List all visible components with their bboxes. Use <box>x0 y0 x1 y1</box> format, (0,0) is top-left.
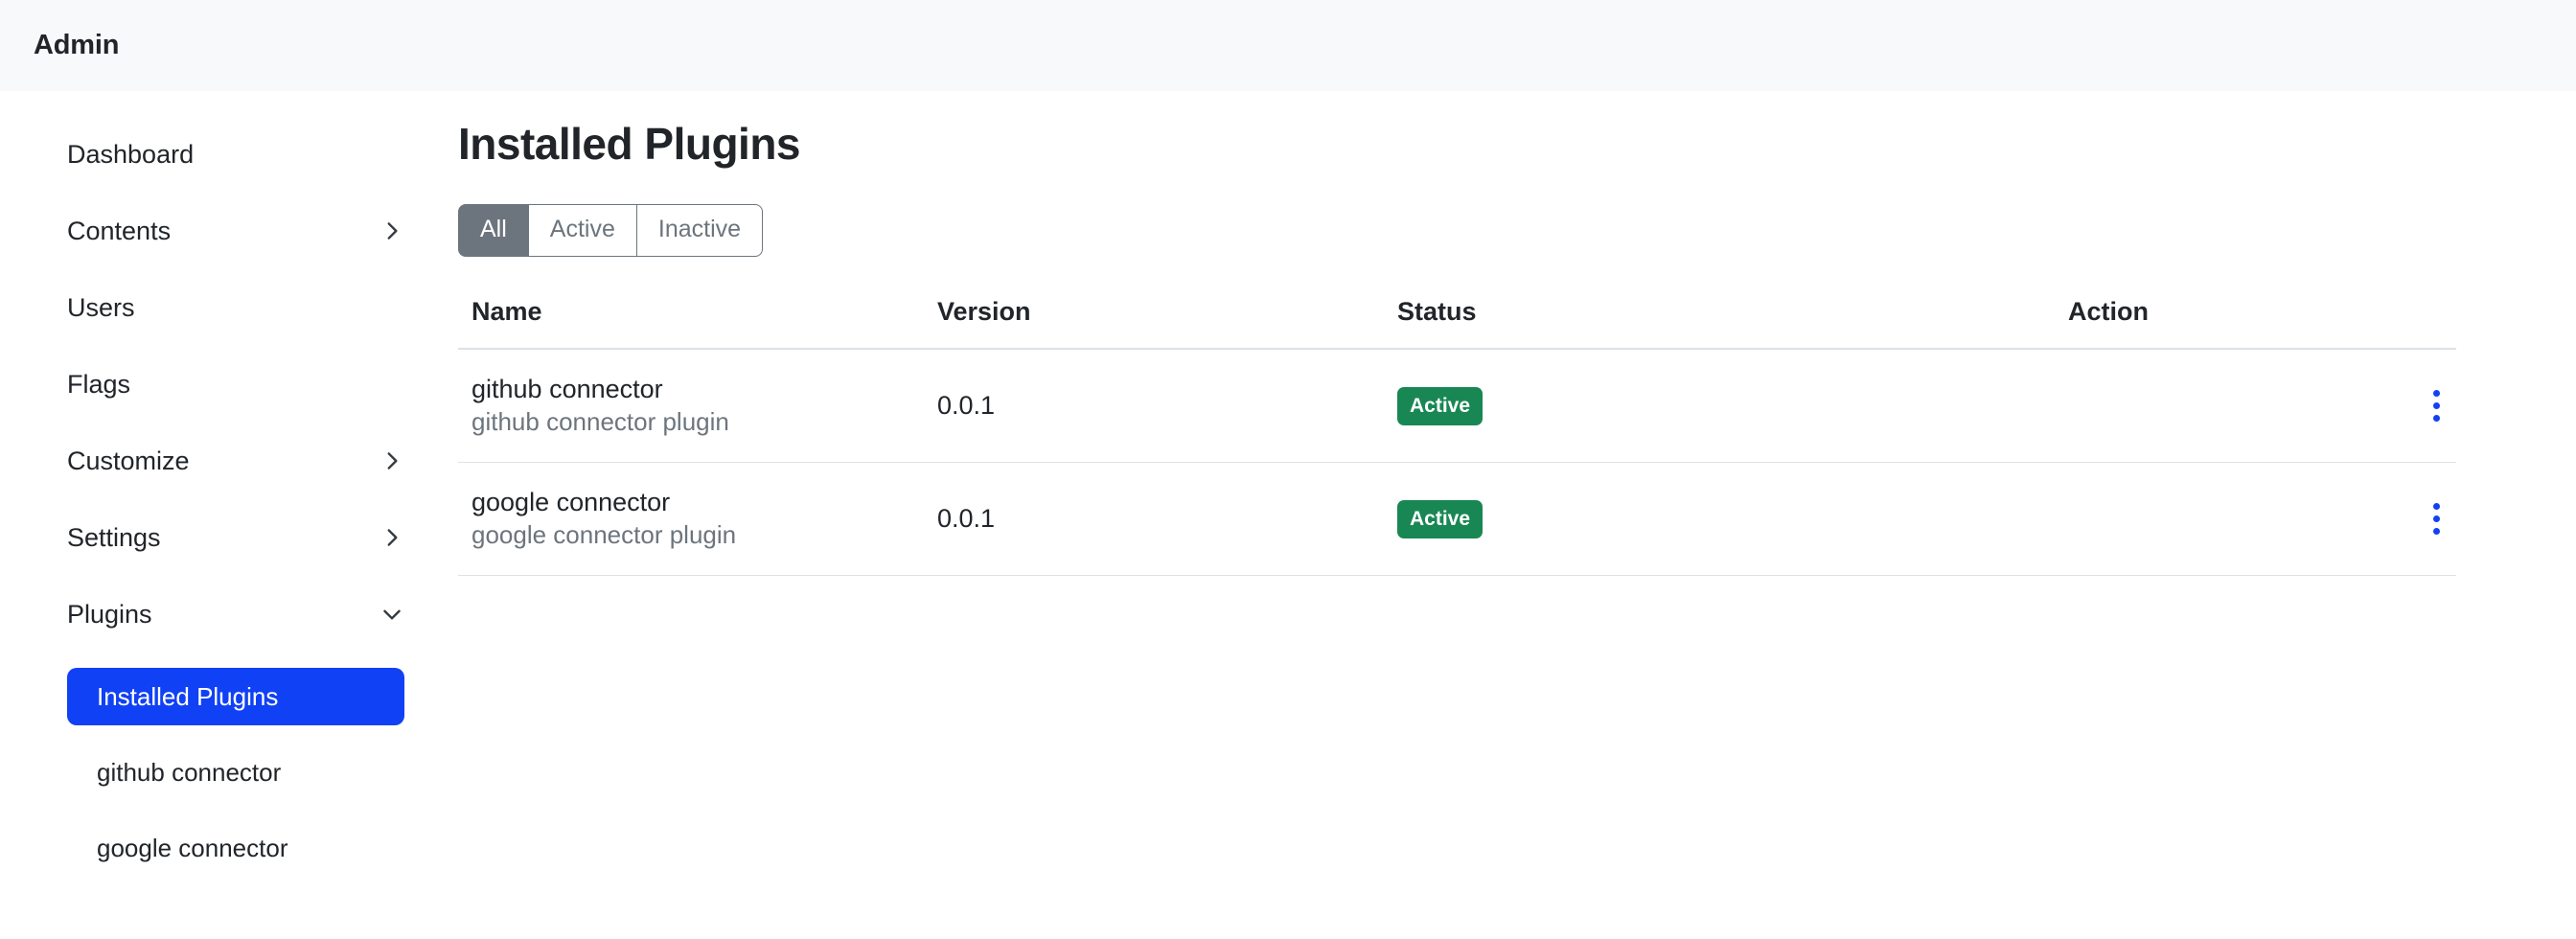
kebab-menu-icon[interactable] <box>2422 390 2450 423</box>
app-header: Admin <box>0 0 2576 91</box>
chevron-down-icon <box>380 602 404 627</box>
cell-version: 0.0.1 <box>937 462 1397 577</box>
plugin-version: 0.0.1 <box>937 391 996 421</box>
cell-name: google connector google connector plugin <box>458 462 937 577</box>
table-header: Name Version Status Action <box>458 297 2456 350</box>
cell-name: github connector github connector plugin <box>458 349 937 464</box>
kebab-dot <box>2432 515 2440 523</box>
table-row: google connector google connector plugin… <box>458 462 2456 577</box>
sidebar-item-label: Users <box>67 292 135 322</box>
sidebar-item-label: Flags <box>67 369 131 399</box>
sidebar-item-label: Dashboard <box>67 139 195 169</box>
kebab-menu-icon[interactable] <box>2422 503 2450 536</box>
plugin-version: 0.0.1 <box>937 504 996 534</box>
sidebar: Dashboard Contents Users Flags Customize… <box>0 91 458 898</box>
plugin-description: github connector plugin <box>472 407 729 437</box>
kebab-dot <box>2432 402 2440 410</box>
sidebar-subitem-installed-plugins[interactable]: Installed Plugins <box>67 668 404 725</box>
column-header-name: Name <box>458 297 937 350</box>
filter-all-button[interactable]: All <box>458 204 528 257</box>
chevron-right-icon <box>380 525 404 550</box>
sidebar-item-users[interactable]: Users <box>0 285 458 331</box>
status-badge: Active <box>1397 386 1484 425</box>
kebab-dot <box>2432 390 2440 398</box>
plugin-name: google connector <box>472 488 671 517</box>
sidebar-item-label: Customize <box>67 446 190 475</box>
column-header-status: Status <box>1397 297 2068 350</box>
cell-version: 0.0.1 <box>937 349 1397 464</box>
chevron-right-icon <box>380 218 404 243</box>
sidebar-item-customize[interactable]: Customize <box>0 438 458 484</box>
cell-status: Active <box>1397 462 2068 577</box>
sidebar-item-label: Contents <box>67 216 172 245</box>
main-content: Installed Plugins All Active Inactive Na… <box>458 91 2576 577</box>
cell-status: Active <box>1397 349 2068 464</box>
sidebar-item-flags[interactable]: Flags <box>0 361 458 407</box>
sidebar-item-label: Plugins <box>67 599 152 629</box>
table-row: github connector github connector plugin… <box>458 349 2456 464</box>
table-body: github connector github connector plugin… <box>458 349 2456 577</box>
sidebar-subitem-github-connector[interactable]: github connector <box>67 746 404 798</box>
sidebar-item-dashboard[interactable]: Dashboard <box>0 131 458 177</box>
column-header-action: Action <box>2068 297 2456 350</box>
status-badge: Active <box>1397 499 1484 538</box>
sidebar-item-plugins[interactable]: Plugins <box>0 591 458 637</box>
chevron-right-icon <box>380 448 404 473</box>
filter-inactive-button[interactable]: Inactive <box>635 204 764 257</box>
sidebar-subitem-google-connector[interactable]: google connector <box>67 822 404 874</box>
page-body: Dashboard Contents Users Flags Customize… <box>0 91 2576 939</box>
filter-active-button[interactable]: Active <box>527 204 636 257</box>
column-header-version: Version <box>937 297 1397 350</box>
app-title: Admin <box>34 30 120 60</box>
sidebar-submenu-plugins: Installed Plugins github connector googl… <box>0 668 458 874</box>
kebab-dot <box>2432 528 2440 536</box>
sidebar-item-contents[interactable]: Contents <box>0 208 458 254</box>
table-header-row: Name Version Status Action <box>458 297 2456 350</box>
sidebar-item-settings[interactable]: Settings <box>0 515 458 561</box>
page-title: Installed Plugins <box>458 119 801 169</box>
kebab-dot <box>2432 415 2440 423</box>
installed-plugins-table: Name Version Status Action github connec… <box>458 297 2456 577</box>
cell-action <box>2068 349 2456 464</box>
sidebar-item-label: Settings <box>67 522 161 552</box>
plugin-name: github connector <box>472 375 663 403</box>
plugin-filter-group: All Active Inactive <box>458 204 764 257</box>
cell-action <box>2068 462 2456 577</box>
kebab-dot <box>2432 503 2440 511</box>
plugin-description: google connector plugin <box>472 520 737 550</box>
